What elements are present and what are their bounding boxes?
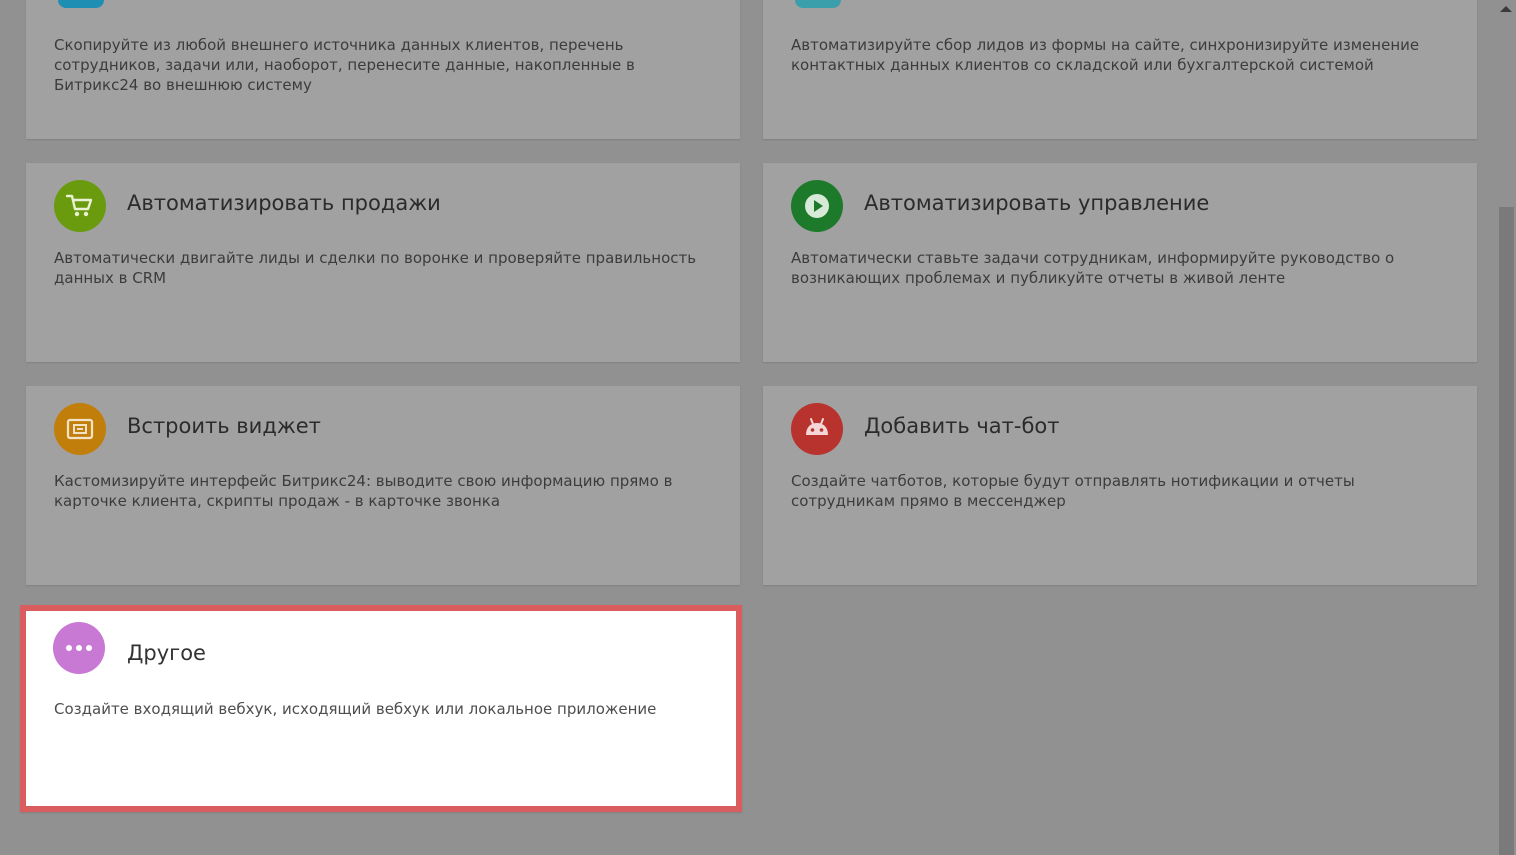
data-exchange-icon [58,0,104,8]
play-icon [791,180,843,232]
cart-icon-svg [65,194,93,217]
card-other[interactable]: Другое Создайте входящий вебхук, исходящ… [20,605,742,812]
card-import-data[interactable]: Скопируйте из любой внешнего источника д… [26,0,740,139]
card-automate-sales[interactable]: Автоматизировать продажи Автоматически д… [26,163,740,362]
vertical-scrollbar[interactable] [1496,0,1516,855]
card-title: Встроить виджет [127,414,321,438]
card-title: Другое [127,641,206,665]
card-description: Автоматизируйте сбор лидов из формы на с… [791,36,1420,74]
robot-icon [791,403,843,455]
card-title: Автоматизировать управление [864,191,1210,215]
card-title: Автоматизировать продажи [127,191,441,215]
app-page: Скопируйте из любой внешнего источника д… [0,0,1516,855]
card-add-chatbot[interactable]: Добавить чат-бот Создайте чатботов, кото… [763,386,1477,585]
card-title: Добавить чат-бот [864,414,1060,438]
card-description: Автоматически ставьте задачи сотрудникам… [791,249,1395,287]
cart-icon [54,180,106,232]
card-integration[interactable]: Автоматизируйте сбор лидов из формы на с… [763,0,1477,139]
card-description: Автоматически двигайте лиды и сделки по … [54,249,697,287]
more-dots-icon [53,622,105,674]
card-description: Кастомизируйте интерфейс Битрикс24: выво… [54,472,673,510]
card-embed-widget[interactable]: Встроить виджет Кастомизируйте интерфейс… [26,386,740,585]
card-description: Создайте чатботов, которые будут отправл… [791,472,1355,510]
scroll-thumb[interactable] [1499,207,1514,855]
card-description: Скопируйте из любой внешнего источника д… [54,36,635,94]
integration-icon [795,0,841,8]
widget-icon [54,403,106,455]
card-automate-management[interactable]: Автоматизировать управление Автоматическ… [763,163,1477,362]
card-description: Создайте входящий вебхук, исходящий вебх… [54,700,657,718]
scroll-up-arrow-icon[interactable] [1500,6,1512,12]
